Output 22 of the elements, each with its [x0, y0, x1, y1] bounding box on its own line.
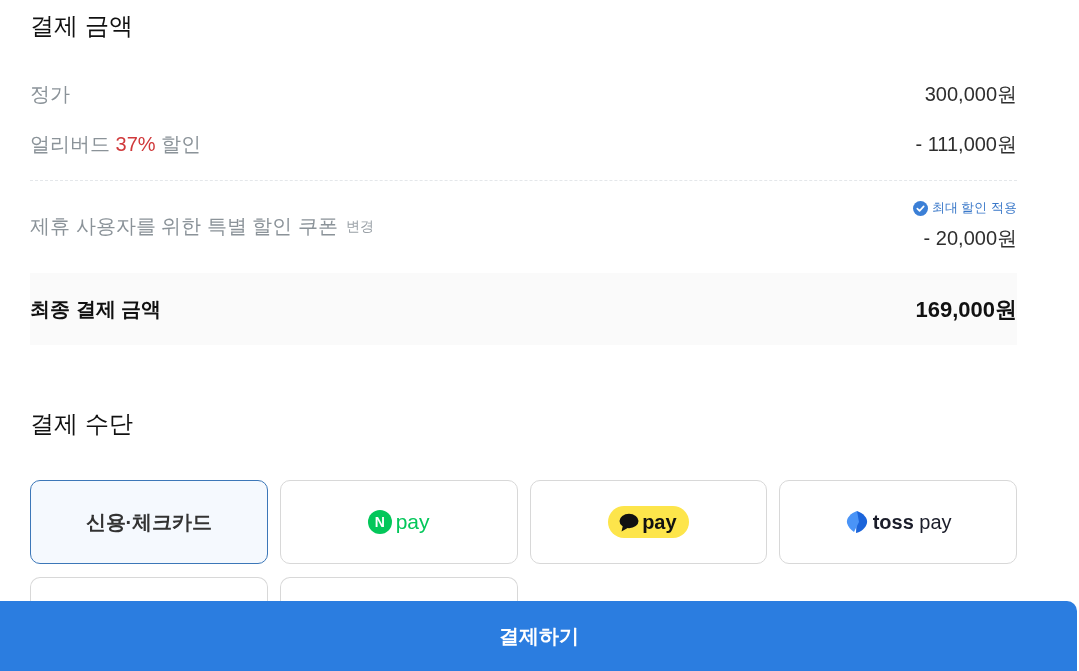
check-icon [912, 200, 928, 216]
payment-option[interactable]: pay [529, 480, 768, 564]
total-label: 최종 결제 금액 [30, 297, 162, 322]
section-title: 결제 금액 [30, 11, 134, 41]
price-label: 정가 [30, 82, 70, 107]
payment-option[interactable]: 신용·체크카드 [30, 480, 268, 564]
logo-text: pay [642, 512, 677, 532]
payment-option[interactable]: toss pay [779, 480, 1017, 564]
discount-note: 최대 할인 적용 [931, 199, 1017, 217]
logo-badge: N [367, 510, 392, 534]
pay-button[interactable]: 결제하기 [0, 601, 1077, 671]
logo-icon [844, 510, 869, 534]
total-value: 169,000원 [915, 295, 1017, 324]
price-value: - 111,000원 [915, 132, 1017, 157]
coupon-value: - 20,000원 [922, 226, 1017, 251]
section-title: 결제 수단 [30, 409, 134, 439]
price-label: 얼리버드 37% 할인 [30, 132, 202, 157]
payment-option[interactable] [30, 577, 268, 601]
payment-option[interactable] [279, 577, 518, 601]
coupon-label: 제휴 사용자를 위한 특별 할인 쿠폰 [30, 214, 338, 239]
speech-bubble-icon [618, 512, 641, 532]
price-value: 300,000원 [924, 82, 1017, 107]
